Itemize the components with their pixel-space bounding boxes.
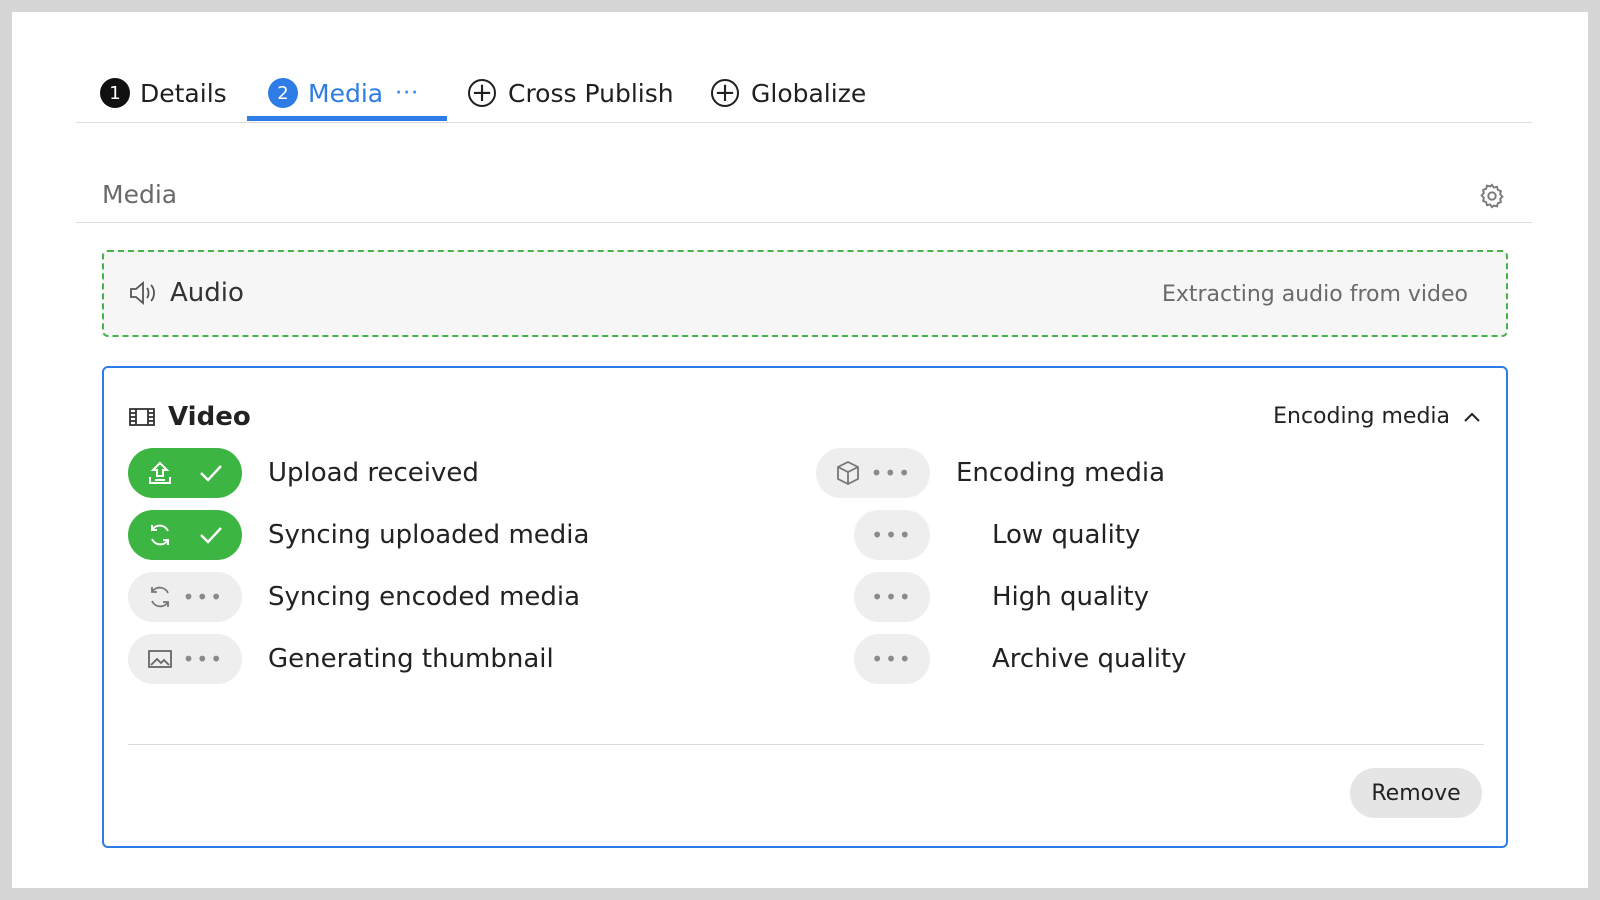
sync-icon bbox=[151, 586, 169, 608]
tab-label: Globalize bbox=[751, 78, 867, 108]
step-tabs: 1 Details 2 Media ··· + Cross Publish + … bbox=[76, 64, 1532, 123]
step-status-pill: ••• bbox=[854, 634, 930, 684]
video-title: Video bbox=[128, 402, 251, 432]
pending-dots-icon: ••• bbox=[871, 523, 913, 547]
upload-icon bbox=[149, 461, 171, 484]
step-syncing-encoded: ••• Syncing encoded media bbox=[128, 572, 580, 622]
pending-dots-icon: ••• bbox=[182, 585, 224, 609]
film-icon bbox=[129, 408, 155, 426]
pending-dots-icon: ••• bbox=[870, 461, 912, 485]
tab-globalize[interactable]: + Globalize bbox=[711, 64, 866, 122]
step-label: Generating thumbnail bbox=[268, 644, 554, 674]
video-panel: Video Encoding media Upload received Syn… bbox=[102, 366, 1508, 848]
step-label: Syncing encoded media bbox=[268, 582, 581, 612]
step-label: Low quality bbox=[992, 520, 1141, 550]
progress-dots-icon: ··· bbox=[395, 80, 420, 106]
tab-label: Cross Publish bbox=[508, 78, 674, 108]
remove-button[interactable]: Remove bbox=[1350, 768, 1482, 818]
pending-dots-icon: ••• bbox=[871, 585, 913, 609]
active-tab-indicator bbox=[247, 116, 447, 121]
step-encoding-media: ••• Encoding media bbox=[816, 448, 1165, 498]
step-status-pill: ••• bbox=[854, 572, 930, 622]
audio-title-text: Audio bbox=[170, 278, 244, 308]
step-upload-received: Upload received bbox=[128, 448, 479, 498]
audio-status: Extracting audio from video bbox=[1161, 282, 1468, 307]
pending-dots-icon: ••• bbox=[871, 647, 913, 671]
chevron-up-icon bbox=[1464, 412, 1480, 422]
image-icon bbox=[148, 650, 172, 668]
section-title: Media bbox=[102, 180, 178, 209]
step-label: Archive quality bbox=[992, 644, 1187, 674]
step-label: High quality bbox=[992, 582, 1149, 612]
gear-icon[interactable] bbox=[1478, 182, 1506, 210]
step-syncing-uploaded: Syncing uploaded media bbox=[128, 510, 589, 560]
step-number-badge: 2 bbox=[268, 78, 298, 108]
video-title-text: Video bbox=[168, 402, 251, 432]
step-status-pill: ••• bbox=[128, 572, 242, 622]
speaker-icon bbox=[130, 281, 155, 305]
step-status-pill: ••• bbox=[854, 510, 930, 560]
step-label: Upload received bbox=[268, 458, 479, 488]
step-status-pill bbox=[128, 448, 242, 498]
tab-label: Details bbox=[140, 78, 227, 108]
encoding-toggle-label: Encoding media bbox=[1273, 404, 1450, 429]
tab-details[interactable]: 1 Details bbox=[100, 64, 227, 122]
check-icon bbox=[200, 465, 222, 482]
encoding-collapse-toggle[interactable]: Encoding media bbox=[1273, 404, 1482, 429]
step-low-quality: ••• Low quality bbox=[854, 510, 1140, 560]
step-archive-quality: ••• Archive quality bbox=[854, 634, 1187, 684]
media-section-header: Media bbox=[76, 174, 1532, 223]
sync-icon bbox=[151, 524, 169, 546]
step-number-badge: 1 bbox=[100, 78, 130, 108]
tab-label: Media bbox=[308, 78, 384, 108]
audio-title: Audio bbox=[128, 278, 244, 308]
app-window: 1 Details 2 Media ··· + Cross Publish + … bbox=[12, 12, 1588, 888]
audio-panel: Audio Extracting audio from video bbox=[102, 250, 1508, 337]
step-status-pill bbox=[128, 510, 242, 560]
cube-icon bbox=[837, 460, 859, 486]
tab-media[interactable]: 2 Media ··· bbox=[268, 64, 419, 122]
plus-circle-icon: + bbox=[468, 79, 496, 107]
pending-dots-icon: ••• bbox=[182, 647, 224, 671]
step-label: Syncing uploaded media bbox=[268, 520, 590, 550]
divider bbox=[128, 744, 1484, 745]
step-high-quality: ••• High quality bbox=[854, 572, 1149, 622]
check-icon bbox=[200, 527, 222, 544]
plus-circle-icon: + bbox=[711, 79, 739, 107]
step-label: Encoding media bbox=[956, 458, 1166, 488]
step-status-pill: ••• bbox=[128, 634, 242, 684]
tab-cross-publish[interactable]: + Cross Publish bbox=[468, 64, 674, 122]
step-generating-thumbnail: ••• Generating thumbnail bbox=[128, 634, 554, 684]
step-status-pill: ••• bbox=[816, 448, 930, 498]
